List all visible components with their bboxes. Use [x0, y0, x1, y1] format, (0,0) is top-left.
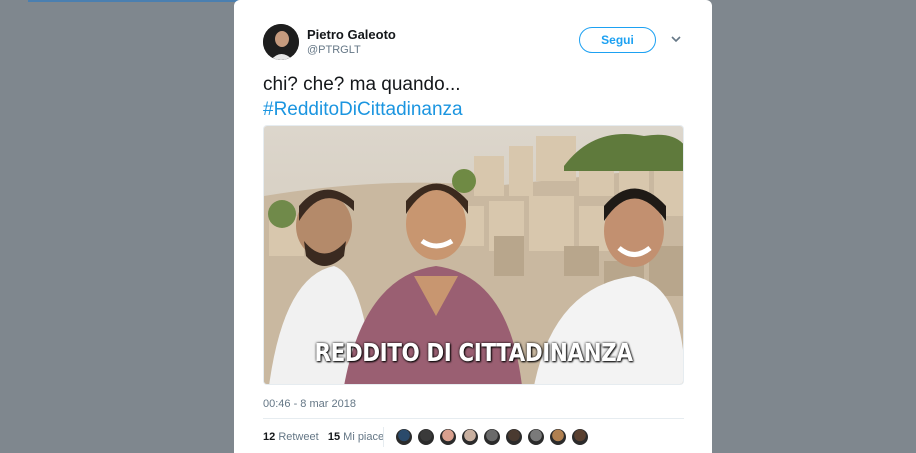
- tweet-stats: 12 Retweet 15 Mi piace: [263, 431, 384, 443]
- stats-divider: [383, 427, 384, 447]
- retweet-stat[interactable]: 12 Retweet: [263, 431, 319, 443]
- hashtag-link[interactable]: #RedditoDiCittadinanza: [263, 97, 463, 122]
- chevron-down-icon[interactable]: [670, 33, 682, 45]
- author-handle[interactable]: @PTRGLT: [307, 44, 361, 56]
- like-label: Mi piace: [343, 431, 385, 443]
- tweet-text-line: chi? che? ma quando...: [263, 74, 461, 95]
- divider: [263, 418, 684, 419]
- liker-avatar[interactable]: [527, 428, 545, 446]
- like-stat[interactable]: 15 Mi piace: [328, 431, 384, 443]
- retweet-count: 12: [263, 431, 276, 443]
- tweet-card: Pietro Galeoto @PTRGLT Segui chi? che? m…: [234, 0, 712, 453]
- liker-avatar[interactable]: [571, 428, 589, 446]
- avatar-portrait: [263, 24, 299, 60]
- timestamp[interactable]: 00:46 - 8 mar 2018: [263, 398, 356, 410]
- liker-avatar[interactable]: [395, 428, 413, 446]
- liker-avatar[interactable]: [461, 428, 479, 446]
- tweet-text: chi? che? ma quando... #RedditoDiCittadi…: [263, 72, 463, 122]
- follow-button[interactable]: Segui: [579, 27, 656, 53]
- liker-avatar[interactable]: [417, 428, 435, 446]
- image-caption: REDDITO DI CITTADINANZA: [314, 338, 633, 367]
- author-name[interactable]: Pietro Galeoto: [307, 27, 396, 42]
- tweet-photo[interactable]: REDDITO DI CITTADINANZA: [263, 125, 684, 385]
- liker-avatar[interactable]: [505, 428, 523, 446]
- backdrop-top-line: [28, 0, 238, 2]
- liker-avatar[interactable]: [483, 428, 501, 446]
- like-count: 15: [327, 431, 341, 443]
- liker-avatar[interactable]: [439, 428, 457, 446]
- liker-avatar[interactable]: [549, 428, 567, 446]
- retweet-label: Retweet: [278, 431, 319, 443]
- avatar[interactable]: [263, 24, 299, 60]
